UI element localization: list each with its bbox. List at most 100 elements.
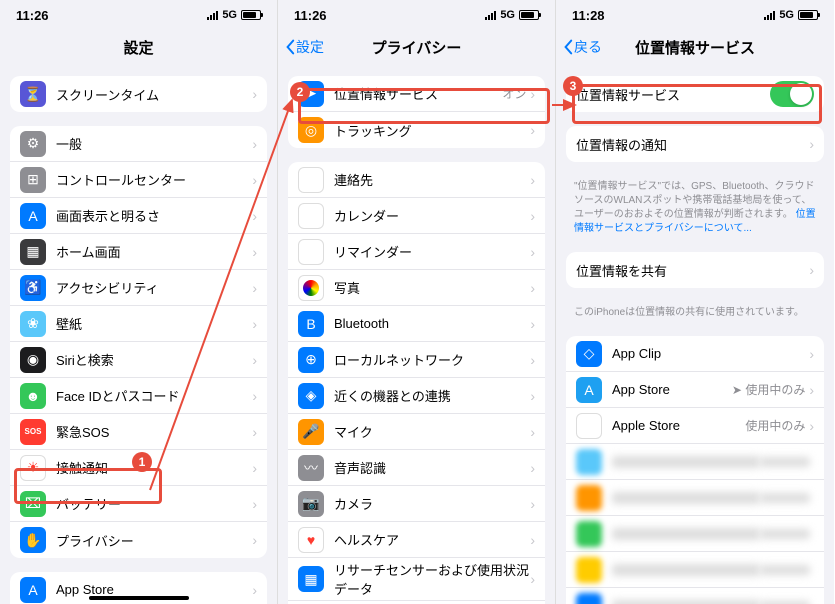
chevron-icon: ›	[809, 418, 814, 434]
list-item[interactable]: 位置情報を共有 ›	[566, 252, 824, 288]
screen-3: 11:28 5G 戻る 位置情報サービス 位置情報サービス 位置情報の通知 › …	[556, 0, 834, 604]
list-item[interactable]: ➤ 位置情報サービス オン›	[288, 76, 545, 112]
list-item[interactable]: ⋮ リマインダー ›	[288, 234, 545, 270]
chevron-icon: ›	[252, 136, 257, 152]
chevron-icon: ›	[809, 346, 814, 362]
list-item[interactable]: ♿ アクセシビリティ ›	[10, 270, 267, 306]
row-icon: ⌧	[20, 491, 46, 517]
status-right: 5G	[764, 9, 818, 21]
nav-title: 設定	[123, 37, 153, 58]
nav-title: プライバシー	[372, 37, 462, 58]
row-label: 壁紙	[56, 314, 252, 333]
row-label: App Store	[612, 382, 732, 397]
settings-group: ➤ 位置情報サービス オン› ◎ トラッキング ›	[288, 76, 545, 148]
list-item[interactable]: Apple Store 使用中のみ›	[566, 408, 824, 444]
list-item[interactable]: ❀ 壁紙 ›	[10, 306, 267, 342]
row-icon: ◇	[576, 341, 602, 367]
list-item[interactable]: ⏳ スクリーンタイム ›	[10, 76, 267, 112]
list-item[interactable]: ◎ トラッキング ›	[288, 112, 545, 148]
row-label: 連絡先	[334, 170, 530, 189]
chevron-icon: ›	[252, 208, 257, 224]
list-item[interactable]: B Bluetooth ›	[288, 306, 545, 342]
network-label: 5G	[500, 9, 515, 21]
row-icon: ☻	[20, 383, 46, 409]
list-item[interactable]: ▦ カレンダー ›	[288, 198, 545, 234]
status-right: 5G	[485, 9, 539, 21]
list-item[interactable]: ⚙ 一般 ›	[10, 126, 267, 162]
chevron-icon: ›	[530, 122, 535, 138]
list-item[interactable]: ◈ 近くの機器との連携 ›	[288, 378, 545, 414]
list-item[interactable]: ⊞ コントロールセンター ›	[10, 162, 267, 198]
settings-group: 位置情報を共有 ›	[566, 252, 824, 288]
list-item[interactable]: ⌧ バッテリー ›	[10, 486, 267, 522]
list-item[interactable]: ✋ プライバシー ›	[10, 522, 267, 558]
footer-link[interactable]: 位置情報サービスとプライバシーについて...	[574, 209, 816, 234]
nav-back[interactable]: 戻る	[562, 37, 602, 57]
row-icon: ☀	[20, 455, 46, 481]
list-item[interactable]: ▭ 連絡先 ›	[288, 162, 545, 198]
chevron-icon: ›	[252, 316, 257, 332]
nav-back-label: 設定	[296, 37, 324, 57]
list-item[interactable]: ▦ リサーチセンサーおよび使用状況データ ›	[288, 558, 545, 601]
chevron-icon: ›	[252, 352, 257, 368]
nav-bar: 設定 プライバシー	[278, 30, 555, 64]
list-item[interactable]: 〰 音声認識 ›	[288, 450, 545, 486]
row-label: App Clip	[612, 346, 809, 361]
row-label: 位置情報サービス	[576, 85, 770, 104]
row-label: 位置情報を共有	[576, 261, 809, 280]
list-item[interactable]: 位置情報サービス	[566, 76, 824, 112]
row-icon: ❀	[20, 311, 46, 337]
row-icon: ♿	[20, 275, 46, 301]
nav-back[interactable]: 設定	[284, 37, 324, 57]
row-label: Apple Store	[612, 418, 745, 433]
row-icon: ⊞	[20, 167, 46, 193]
chevron-icon: ›	[530, 388, 535, 404]
list-item[interactable]: ⊕ ローカルネットワーク ›	[288, 342, 545, 378]
row-icon: ◉	[20, 347, 46, 373]
chevron-icon: ›	[252, 172, 257, 188]
list-item[interactable]: 📷 カメラ ›	[288, 486, 545, 522]
toggle-switch[interactable]	[770, 81, 814, 107]
list-item[interactable]: ♥ ヘルスケア ›	[288, 522, 545, 558]
list-item[interactable]: 写真 ›	[288, 270, 545, 306]
settings-group: ▭ 連絡先 › ▦ カレンダー › ⋮ リマインダー › 写真 › B Blue…	[288, 162, 545, 604]
row-icon: ⋮	[298, 239, 324, 265]
row-label: 緊急SOS	[56, 422, 252, 441]
row-detail: 使用中のみ	[745, 417, 805, 434]
row-label: 音声認識	[334, 458, 530, 477]
battery-icon	[241, 10, 261, 20]
row-icon: ◈	[298, 383, 324, 409]
list-item[interactable]: ▦ ホーム画面 ›	[10, 234, 267, 270]
list-item[interactable]: ◉ Siriと検索 ›	[10, 342, 267, 378]
chevron-icon: ›	[252, 86, 257, 102]
row-icon: ⊕	[298, 347, 324, 373]
row-icon: ◎	[298, 117, 324, 143]
badge-2: 2	[290, 82, 310, 102]
chevron-icon: ›	[809, 136, 814, 152]
settings-group: 位置情報サービス	[566, 76, 824, 112]
row-icon: ▦	[298, 203, 324, 229]
row-label: 位置情報の通知	[576, 135, 809, 154]
screen-content: ➤ 位置情報サービス オン› ◎ トラッキング › ▭ 連絡先 › ▦ カレンダ…	[278, 64, 555, 604]
list-item[interactable]: A App Store ➤ 使用中のみ›	[566, 372, 824, 408]
status-bar: 11:28 5G	[556, 0, 834, 30]
settings-group: ◇ App Clip › A App Store ➤ 使用中のみ› Apple …	[566, 336, 824, 604]
chevron-icon: ›	[530, 316, 535, 332]
list-item[interactable]: ☻ Face IDとパスコード ›	[10, 378, 267, 414]
footer-text: "位置情報サービス"では、GPS、Bluetooth、クラウドソースのWLANス…	[556, 176, 834, 244]
list-item[interactable]: ◇ App Clip ›	[566, 336, 824, 372]
list-item[interactable]: 🎤 マイク ›	[288, 414, 545, 450]
row-label: カメラ	[334, 494, 530, 513]
row-detail: ➤ 使用中のみ	[732, 381, 805, 398]
nav-bar: 戻る 位置情報サービス	[556, 30, 834, 64]
settings-group: 位置情報の通知 ›	[566, 126, 824, 162]
chevron-icon: ›	[530, 244, 535, 260]
list-item[interactable]: SOS 緊急SOS ›	[10, 414, 267, 450]
list-item[interactable]: A 画面表示と明るさ ›	[10, 198, 267, 234]
list-item-blurred	[566, 444, 824, 480]
screen-content: ⏳ スクリーンタイム › ⚙ 一般 › ⊞ コントロールセンター › A 画面表…	[0, 64, 277, 604]
row-icon: A	[20, 203, 46, 229]
row-label: App Store	[56, 582, 252, 597]
list-item[interactable]: 位置情報の通知 ›	[566, 126, 824, 162]
screen-2: 11:26 5G 設定 プライバシー ➤ 位置情報サービス オン› ◎ トラッキ…	[278, 0, 556, 604]
